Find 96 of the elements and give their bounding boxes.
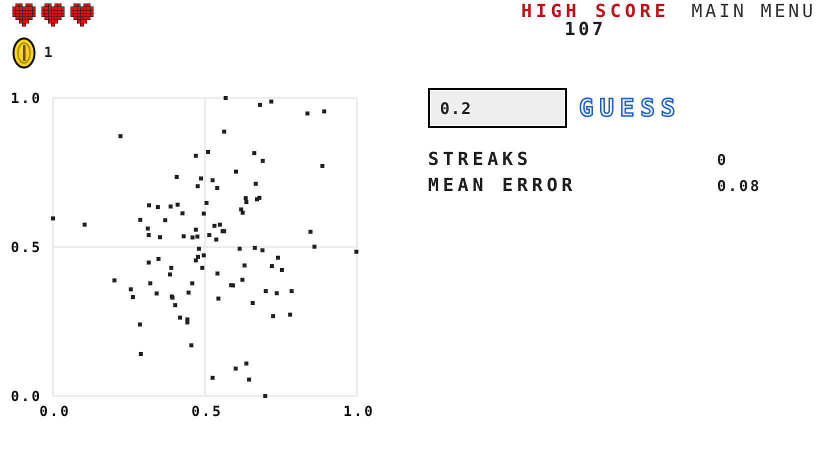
data-point [180, 211, 184, 216]
data-point [276, 256, 280, 260]
data-point [154, 292, 159, 296]
data-point [288, 312, 292, 317]
data-point [264, 289, 268, 294]
data-point [320, 164, 324, 168]
data-point [240, 278, 244, 282]
data-point [138, 218, 142, 222]
data-point [190, 281, 194, 286]
data-point [163, 218, 168, 222]
data-point [202, 253, 206, 258]
data-point [214, 238, 218, 242]
data-point [196, 246, 201, 251]
data-point [242, 263, 247, 268]
data-point [146, 226, 150, 231]
data-point [238, 246, 242, 251]
data-point [130, 295, 135, 300]
high-score-value: 107 [564, 22, 606, 38]
data-point [138, 322, 142, 326]
data-point [182, 234, 186, 238]
data-point [222, 130, 226, 134]
data-point [280, 268, 284, 272]
data-point [252, 151, 256, 156]
data-point [305, 112, 310, 116]
data-point [250, 301, 255, 306]
data-point [308, 230, 312, 234]
data-point [274, 291, 279, 296]
data-point [51, 216, 55, 220]
data-point [148, 281, 152, 286]
high-score-label: HIGH SCORE [521, 2, 670, 22]
y-tick-label: 0.5 [10, 240, 42, 256]
stat-label: MEAN ERROR [428, 176, 578, 196]
guess-field[interactable]: 0.2 [428, 88, 567, 128]
data-point [252, 246, 257, 250]
data-point [210, 376, 215, 380]
coin-count: 1 [44, 44, 52, 62]
stat-label: STREAKS [428, 150, 533, 170]
data-point [128, 287, 133, 292]
data-point [207, 233, 212, 238]
data-point [290, 289, 294, 294]
data-point [258, 102, 262, 107]
data-point [178, 316, 182, 320]
data-point [146, 233, 151, 238]
data-point [260, 158, 265, 163]
stat-value: 0.08 [717, 176, 762, 196]
data-point [194, 154, 198, 158]
data-point [202, 212, 206, 216]
data-point [263, 394, 268, 398]
data-point [200, 266, 204, 270]
data-point [224, 96, 228, 100]
data-point [234, 170, 238, 174]
coin-icon [12, 37, 36, 69]
data-point [216, 296, 220, 301]
x-tick-label: 1.0 [343, 404, 375, 420]
data-point [168, 204, 173, 208]
data-point [186, 290, 191, 295]
x-tick-label: 0.5 [191, 404, 223, 420]
data-point [215, 186, 220, 190]
data-point [82, 222, 87, 227]
data-point [168, 272, 172, 276]
x-tick-label: 0.0 [39, 404, 71, 420]
data-point [312, 244, 316, 249]
data-point [146, 260, 151, 264]
data-point [269, 100, 274, 104]
data-point [271, 314, 276, 318]
data-point [196, 184, 200, 188]
data-point [234, 366, 238, 371]
data-point [244, 362, 248, 366]
data-point [210, 178, 215, 182]
data-point [147, 203, 152, 208]
data-point [215, 272, 220, 276]
data-point [189, 343, 194, 348]
data-point [204, 200, 209, 205]
y-tick-label: 0.0 [10, 389, 42, 405]
data-point [158, 235, 162, 240]
data-point [138, 352, 143, 356]
data-point [118, 134, 122, 138]
data-point [112, 278, 116, 282]
data-point [270, 264, 274, 268]
data-point [169, 266, 174, 270]
data-point [206, 150, 210, 154]
data-point [354, 250, 358, 254]
y-tick-label: 1.0 [10, 91, 42, 107]
data-point [176, 202, 180, 207]
data-point [199, 176, 204, 180]
data-point [173, 303, 178, 308]
data-point [156, 205, 160, 210]
data-point [254, 182, 258, 186]
data-point [194, 228, 198, 232]
data-point [247, 378, 252, 382]
data-point [174, 174, 179, 179]
data-point [322, 109, 326, 114]
data-point [260, 248, 264, 252]
data-point [156, 256, 160, 261]
stat-value: 0 [717, 150, 728, 170]
main-menu-button[interactable]: MAIN MENU [691, 2, 816, 22]
